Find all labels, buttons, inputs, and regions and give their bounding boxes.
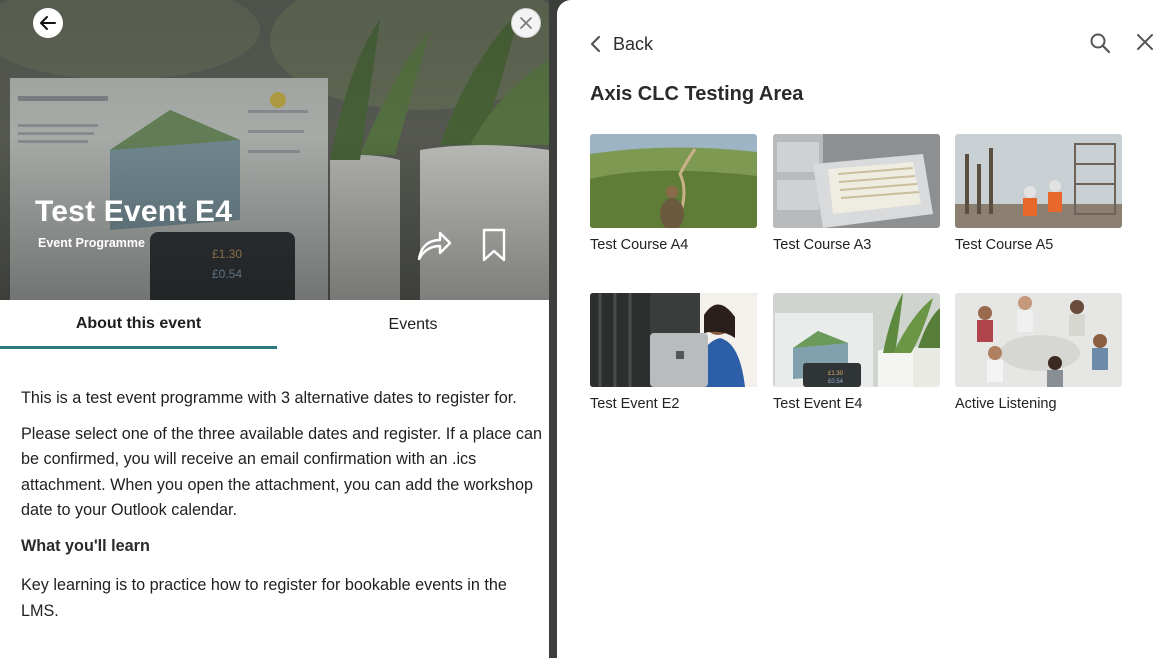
event-description: This is a test event programme with 3 al… [21, 386, 549, 634]
course-title: Test Course A4 [590, 237, 689, 253]
course-thumbnail: £1.30 £0.54 [773, 293, 940, 387]
svg-text:£1.30: £1.30 [828, 371, 844, 377]
course-card[interactable]: £1.30 £0.54 Test Event E4 [773, 293, 941, 412]
course-thumbnail [773, 134, 940, 228]
learn-text: Key learning is to practice how to regis… [21, 576, 507, 620]
event-tabs: About this event Events [0, 300, 549, 349]
course-card[interactable]: Test Course A5 [955, 134, 1123, 253]
course-title: Test Event E2 [590, 396, 680, 412]
course-card[interactable]: Active Listening [955, 293, 1123, 412]
event-title: Test Event E4 [35, 195, 233, 228]
close-icon[interactable] [1135, 32, 1155, 52]
event-detail-panel: £1.30 £0.54 Test Event E4 Event Programm… [0, 0, 549, 658]
course-title: Test Course A3 [773, 237, 872, 253]
course-thumbnail [955, 293, 1122, 387]
hero-back-button[interactable] [33, 8, 63, 38]
back-label: Back [613, 33, 654, 54]
course-thumbnail [590, 134, 757, 228]
course-thumbnail [590, 293, 757, 387]
event-type-label: Event Programme [38, 236, 145, 250]
share-icon[interactable] [416, 228, 452, 262]
close-icon [520, 17, 532, 29]
course-title: Test Event E4 [773, 396, 863, 412]
course-title: Active Listening [955, 396, 1057, 412]
tab-about-this-event[interactable]: About this event [0, 300, 277, 349]
course-title: Test Course A5 [955, 237, 1054, 253]
description-paragraph: This is a test event programme with 3 al… [21, 389, 517, 407]
course-card[interactable]: Test Event E2 [590, 293, 758, 412]
tab-events[interactable]: Events [277, 300, 549, 349]
back-button[interactable]: Back [589, 30, 653, 58]
course-thumbnail [955, 134, 1122, 228]
course-list-panel: Back Axis CLC Testing Area Test Course A… [557, 0, 1172, 658]
backdrop-divider [549, 0, 557, 658]
hero-overlay [0, 0, 549, 300]
search-icon[interactable] [1089, 32, 1111, 54]
learn-heading: What you'll learn [21, 536, 150, 555]
panel-title: Axis CLC Testing Area [590, 83, 804, 105]
svg-text:£0.54: £0.54 [828, 379, 844, 385]
course-card[interactable]: Test Course A4 [590, 134, 758, 253]
bookmark-icon[interactable] [480, 228, 508, 262]
description-paragraph: Please select one of the three available… [21, 424, 543, 520]
chevron-left-icon [590, 35, 601, 53]
course-card[interactable]: Test Course A3 [773, 134, 941, 253]
back-arrow-icon [40, 16, 56, 30]
hero-close-button[interactable] [511, 8, 541, 38]
event-hero-banner: £1.30 £0.54 Test Event E4 Event Programm… [0, 0, 549, 300]
